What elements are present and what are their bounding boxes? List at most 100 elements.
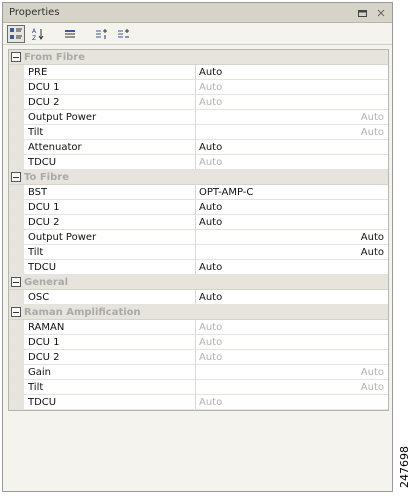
property-row[interactable]: Attenuator Auto	[9, 140, 388, 155]
property-row[interactable]: Tilt Auto	[9, 245, 388, 260]
category-header[interactable]: To Fibre	[9, 170, 388, 185]
property-value[interactable]: Auto	[196, 125, 388, 139]
row-gutter	[9, 185, 24, 199]
row-gutter	[9, 65, 24, 79]
row-gutter	[9, 140, 24, 154]
property-value[interactable]: Auto	[196, 350, 388, 364]
property-value[interactable]: Auto	[196, 380, 388, 394]
property-name: DCU 1	[24, 80, 196, 94]
property-value[interactable]: Auto	[196, 80, 388, 94]
property-row[interactable]: DCU 2 Auto	[9, 350, 388, 365]
properties-panel: Properties A Z From Fibre PRE Auto DCU 1…	[2, 2, 393, 492]
property-row[interactable]: Output Power Auto	[9, 230, 388, 245]
property-value[interactable]: Auto	[196, 215, 388, 229]
property-value[interactable]: Auto	[196, 95, 388, 109]
alphabetical-icon[interactable]: A Z	[29, 25, 47, 43]
collapse-toggle-icon[interactable]	[11, 172, 21, 182]
figure-id: 247698	[398, 446, 411, 488]
property-row[interactable]: DCU 2 Auto	[9, 215, 388, 230]
property-row[interactable]: TDCU Auto	[9, 260, 388, 275]
panel-titlebar: Properties	[3, 3, 392, 23]
close-icon[interactable]	[376, 8, 386, 18]
property-value[interactable]: Auto	[196, 110, 388, 124]
row-gutter	[9, 95, 24, 109]
property-row[interactable]: DCU 2 Auto	[9, 95, 388, 110]
property-value[interactable]: Auto	[196, 155, 388, 169]
property-name: BST	[24, 185, 196, 199]
row-gutter	[9, 260, 24, 274]
property-pages-icon[interactable]	[61, 25, 79, 43]
property-name: RAMAN	[24, 320, 196, 334]
property-value[interactable]: Auto	[196, 290, 388, 304]
svg-text:A: A	[32, 28, 37, 35]
property-name: Gain	[24, 365, 196, 379]
property-value[interactable]: Auto	[196, 200, 388, 214]
property-value[interactable]: OPT-AMP-C	[196, 185, 388, 199]
property-value[interactable]: Auto	[196, 365, 388, 379]
property-value[interactable]: Auto	[196, 230, 388, 244]
property-name: OSC	[24, 290, 196, 304]
row-gutter	[9, 155, 24, 169]
property-row[interactable]: Gain Auto	[9, 365, 388, 380]
property-value[interactable]: Auto	[196, 260, 388, 274]
panel-title: Properties	[9, 7, 60, 18]
row-gutter	[9, 215, 24, 229]
property-name: TDCU	[24, 260, 196, 274]
row-gutter	[9, 125, 24, 139]
row-gutter	[9, 335, 24, 349]
svg-text:Z: Z	[32, 35, 36, 41]
property-value[interactable]: Auto	[196, 245, 388, 259]
collapse-icon[interactable]	[115, 25, 133, 43]
panel-toolbar: A Z	[3, 23, 392, 45]
property-value[interactable]: Auto	[196, 335, 388, 349]
property-value[interactable]: Auto	[196, 320, 388, 334]
property-row[interactable]: BST OPT-AMP-C	[9, 185, 388, 200]
row-gutter	[9, 365, 24, 379]
category-header[interactable]: From Fibre	[9, 50, 388, 65]
property-name: TDCU	[24, 155, 196, 169]
restore-icon[interactable]	[358, 8, 368, 18]
category-header[interactable]: Raman Amplification	[9, 305, 388, 320]
collapse-toggle-icon[interactable]	[11, 52, 21, 62]
property-row[interactable]: OSC Auto	[9, 290, 388, 305]
property-grid: From Fibre PRE Auto DCU 1 Auto DCU 2 Auto Outpu…	[8, 49, 389, 411]
category-name: To Fibre	[24, 171, 69, 183]
property-row[interactable]: DCU 1 Auto	[9, 80, 388, 95]
expand-icon[interactable]	[93, 25, 111, 43]
property-name: DCU 2	[24, 215, 196, 229]
category-name: From Fibre	[24, 51, 86, 63]
row-gutter	[9, 230, 24, 244]
property-name: DCU 1	[24, 200, 196, 214]
property-row[interactable]: Tilt Auto	[9, 380, 388, 395]
row-gutter	[9, 80, 24, 94]
property-value[interactable]: Auto	[196, 140, 388, 154]
category-header[interactable]: General	[9, 275, 388, 290]
row-gutter	[9, 320, 24, 334]
property-row[interactable]: DCU 1 Auto	[9, 335, 388, 350]
property-row[interactable]: PRE Auto	[9, 65, 388, 80]
property-name: TDCU	[24, 395, 196, 409]
property-value[interactable]: Auto	[196, 65, 388, 79]
collapse-toggle-icon[interactable]	[11, 307, 21, 317]
property-row[interactable]: RAMAN Auto	[9, 320, 388, 335]
property-row[interactable]: DCU 1 Auto	[9, 200, 388, 215]
row-gutter	[9, 395, 24, 409]
property-name: DCU 2	[24, 95, 196, 109]
property-name: DCU 2	[24, 350, 196, 364]
category-name: General	[24, 276, 68, 288]
collapse-toggle-icon[interactable]	[11, 277, 21, 287]
property-name: DCU 1	[24, 335, 196, 349]
categorized-icon[interactable]	[7, 24, 25, 43]
property-row[interactable]: Output Power Auto	[9, 110, 388, 125]
property-name: PRE	[24, 65, 196, 79]
row-gutter	[9, 200, 24, 214]
row-gutter	[9, 110, 24, 124]
row-gutter	[9, 380, 24, 394]
property-name: Output Power	[24, 230, 196, 244]
property-row[interactable]: TDCU Auto	[9, 395, 388, 410]
row-gutter	[9, 350, 24, 364]
property-value[interactable]: Auto	[196, 395, 388, 409]
property-name: Tilt	[24, 125, 196, 139]
property-row[interactable]: Tilt Auto	[9, 125, 388, 140]
property-row[interactable]: TDCU Auto	[9, 155, 388, 170]
